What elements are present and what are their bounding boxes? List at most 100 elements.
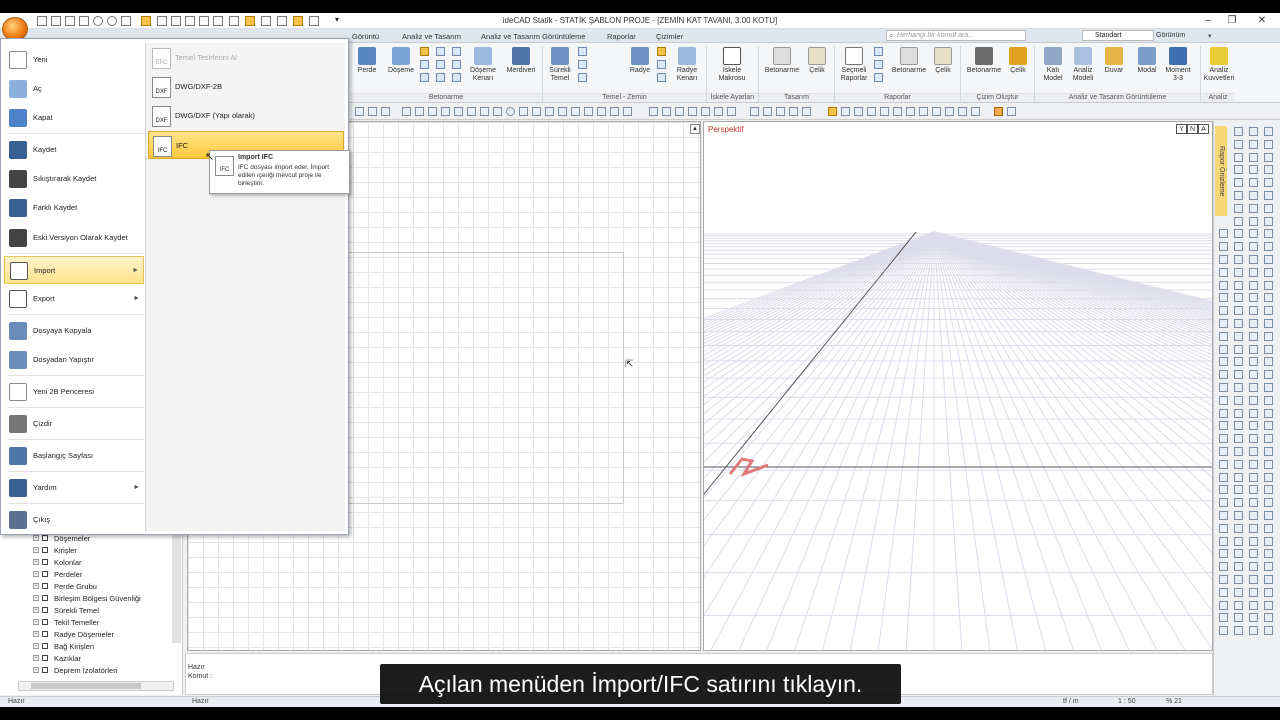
checkbox[interactable] bbox=[42, 607, 48, 613]
tool-icon[interactable] bbox=[958, 107, 967, 116]
tool-icon[interactable] bbox=[1249, 280, 1258, 290]
menu-item-cikis[interactable]: Çıkış bbox=[4, 506, 144, 534]
merdiven-button[interactable]: Merdiven bbox=[504, 47, 538, 75]
tool-icon[interactable] bbox=[1249, 139, 1258, 149]
tasarim-betonarme-button[interactable]: Betonarme bbox=[762, 47, 802, 75]
tab-analiz-goruntuleme[interactable]: Analiz ve Tasarım Görüntüleme bbox=[481, 32, 586, 41]
tool-icon[interactable] bbox=[1249, 408, 1258, 418]
tool-icon[interactable] bbox=[1219, 434, 1228, 444]
tool-icon[interactable] bbox=[1249, 549, 1258, 559]
tool-icon[interactable] bbox=[1219, 562, 1228, 572]
tool-icon[interactable] bbox=[1264, 319, 1273, 328]
tool-icon[interactable] bbox=[1264, 242, 1273, 252]
tool-icon[interactable] bbox=[1234, 472, 1243, 482]
tool-icon[interactable] bbox=[1219, 331, 1228, 341]
tool-icon[interactable] bbox=[1249, 587, 1258, 597]
checkbox[interactable] bbox=[42, 547, 48, 553]
checkbox[interactable] bbox=[42, 667, 48, 673]
expand-icon[interactable]: + bbox=[33, 571, 39, 577]
tool-icon[interactable] bbox=[1249, 562, 1258, 572]
menu-item-yardim[interactable]: Yardım ► bbox=[4, 474, 144, 502]
tool-icon[interactable] bbox=[1234, 383, 1243, 392]
tool-icon[interactable] bbox=[1249, 383, 1258, 392]
tool-icon[interactable] bbox=[1219, 549, 1228, 559]
analiz-modeli-button[interactable]: Analiz Modeli bbox=[1068, 47, 1098, 83]
expand-icon[interactable]: + bbox=[33, 547, 39, 553]
tool-icon[interactable] bbox=[1264, 395, 1273, 405]
expand-icon[interactable]: + bbox=[33, 619, 39, 625]
tool-icon[interactable] bbox=[1219, 229, 1228, 239]
tool-icon[interactable] bbox=[727, 107, 736, 116]
tool-icon[interactable] bbox=[1234, 536, 1243, 546]
units-indicator[interactable]: tf / m bbox=[1063, 698, 1079, 705]
gorunum-label[interactable]: Görünüm bbox=[1156, 32, 1185, 39]
rectangle-icon[interactable] bbox=[519, 107, 528, 116]
menu-item-yeni[interactable]: Yeni bbox=[4, 46, 144, 74]
command-search-input[interactable]: Herhangi bir komut ara... bbox=[886, 30, 1026, 41]
menu-item-dosyaya-kopyala[interactable]: Dosyaya Kopyala bbox=[4, 317, 144, 345]
perde-button[interactable]: Perde bbox=[353, 47, 381, 75]
tool-icon[interactable] bbox=[880, 107, 889, 116]
tool-icon[interactable] bbox=[802, 107, 811, 116]
tool-icon[interactable] bbox=[1264, 165, 1273, 175]
tree-item[interactable]: + Perde Grubu bbox=[33, 582, 97, 591]
checkbox[interactable] bbox=[42, 631, 48, 637]
submenu-item-dwg-dxf-yapi[interactable]: DXF DWG/DXF (Yapı olarak) bbox=[148, 102, 344, 130]
tool-icon[interactable] bbox=[1249, 421, 1258, 431]
tool-icon[interactable] bbox=[1249, 575, 1258, 584]
tree-horizontal-scrollbar[interactable] bbox=[18, 681, 174, 691]
checkbox[interactable] bbox=[42, 643, 48, 649]
tree-item[interactable]: + Döşemeler bbox=[33, 534, 90, 543]
tool-icon[interactable] bbox=[1234, 203, 1243, 213]
moment-button[interactable]: Moment 3-3 bbox=[1162, 47, 1194, 83]
tool-icon[interactable] bbox=[854, 107, 863, 116]
tool-icon[interactable] bbox=[1249, 536, 1258, 546]
tree-vertical-scrollbar[interactable] bbox=[172, 533, 181, 643]
tool-icon[interactable] bbox=[1234, 613, 1243, 623]
tool-icon[interactable] bbox=[1264, 549, 1273, 559]
tool-icon[interactable] bbox=[1264, 472, 1273, 482]
minimize-button[interactable]: – bbox=[1198, 14, 1218, 28]
small-tool-icon[interactable] bbox=[452, 73, 461, 82]
tool-icon[interactable] bbox=[1249, 344, 1258, 354]
tool-icon[interactable] bbox=[1249, 331, 1258, 341]
tool-icon[interactable] bbox=[1249, 357, 1258, 367]
tool-icon[interactable] bbox=[906, 107, 915, 116]
tool-icon[interactable] bbox=[1219, 293, 1228, 303]
line-icon[interactable] bbox=[480, 107, 489, 116]
tool-icon[interactable] bbox=[1249, 447, 1258, 456]
menu-item-yeni-2b[interactable]: Yeni 2B Penceresi bbox=[4, 378, 144, 406]
expand-icon[interactable]: + bbox=[33, 643, 39, 649]
tasarim-celik-button[interactable]: Çelik bbox=[804, 47, 830, 75]
tool-icon[interactable] bbox=[1234, 306, 1243, 316]
small-tool-icon[interactable] bbox=[420, 47, 429, 56]
tree-item[interactable]: + Sürekli Temel bbox=[33, 606, 99, 615]
tool-icon[interactable] bbox=[750, 107, 759, 116]
tool-icon[interactable] bbox=[1234, 485, 1243, 495]
tool-icon[interactable] bbox=[1249, 370, 1258, 380]
tool-icon[interactable] bbox=[1219, 370, 1228, 380]
expand-icon[interactable]: + bbox=[33, 559, 39, 565]
polygon-icon[interactable] bbox=[532, 107, 541, 116]
tool-icon[interactable] bbox=[1007, 107, 1016, 116]
rapor-celik-button[interactable]: Çelik bbox=[931, 47, 955, 75]
tool-icon[interactable] bbox=[789, 107, 798, 116]
tool-icon[interactable] bbox=[1234, 421, 1243, 431]
tool-icon[interactable] bbox=[1234, 139, 1243, 149]
tool-icon[interactable] bbox=[1234, 600, 1243, 610]
tool-icon[interactable] bbox=[1234, 152, 1243, 162]
tool-icon[interactable] bbox=[1234, 447, 1243, 456]
tool-icon[interactable] bbox=[1219, 459, 1228, 469]
tool-icon[interactable] bbox=[867, 107, 876, 116]
menu-item-kapat[interactable]: Kapat bbox=[4, 104, 144, 132]
tool-icon[interactable] bbox=[1249, 203, 1258, 213]
tool-icon[interactable] bbox=[1264, 536, 1273, 546]
tool-icon[interactable] bbox=[1219, 485, 1228, 495]
tool-icon[interactable] bbox=[1264, 152, 1273, 162]
radye-kenari-button[interactable]: Radye Kenarı bbox=[671, 47, 703, 83]
scale-indicator[interactable]: 1 : 50 bbox=[1118, 698, 1136, 705]
tool-icon[interactable] bbox=[415, 107, 424, 116]
zoom-indicator[interactable]: % 21 bbox=[1166, 698, 1182, 705]
menu-item-farkli-kaydet[interactable]: Farklı Kaydet bbox=[4, 194, 144, 222]
tab-analiz-tasarim[interactable]: Analiz ve Tasarım bbox=[402, 32, 461, 41]
